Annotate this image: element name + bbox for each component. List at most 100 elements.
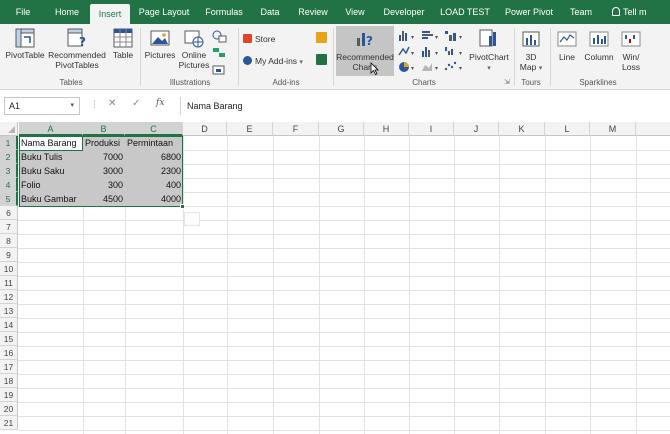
row-header-21[interactable]: 21 [0, 416, 18, 430]
column-header-j[interactable]: J [454, 122, 499, 136]
row-header-12[interactable]: 12 [0, 290, 18, 304]
people-graph-icon[interactable] [316, 54, 327, 65]
store-label: Store [255, 34, 276, 44]
row-header-3[interactable]: 3 [0, 164, 18, 178]
cell-b3[interactable]: 3000 [83, 164, 125, 178]
3d-map-button[interactable]: 3D Map ▾ [516, 28, 546, 74]
shapes-icon[interactable] [212, 30, 228, 44]
cell-a3[interactable]: Buku Saku [19, 164, 83, 178]
column-header-a[interactable]: A [19, 122, 83, 136]
cell-c5[interactable]: 4000 [125, 192, 183, 206]
row-header-16[interactable]: 16 [0, 346, 18, 360]
cell-b4[interactable]: 300 [83, 178, 125, 192]
tab-load-test[interactable]: LOAD TEST [436, 0, 494, 24]
row-header-17[interactable]: 17 [0, 360, 18, 374]
sparkline-line-button[interactable]: Line [553, 28, 581, 62]
recommended-charts-button[interactable]: ? Recommended Charts [336, 28, 394, 72]
worksheet-grid[interactable]: A B C D E F G H I J K L M 1 2 3 4 5 6 7 … [0, 122, 670, 434]
select-all-button[interactable] [0, 122, 18, 136]
sparkline-winloss-button[interactable]: Win/ Loss [618, 28, 644, 72]
tell-me-search[interactable]: Tell m [612, 0, 670, 24]
row-header-6[interactable]: 6 [0, 206, 18, 220]
cancel-icon[interactable]: ✕ [108, 98, 116, 109]
waterfall-chart-icon [445, 47, 453, 55]
tab-home[interactable]: Home [46, 0, 88, 24]
row-header-15[interactable]: 15 [0, 332, 18, 346]
insert-function-icon[interactable]: fx [156, 98, 164, 108]
row-header-13[interactable]: 13 [0, 304, 18, 318]
cell-b2[interactable]: 7000 [83, 150, 125, 164]
row-header-2[interactable]: 2 [0, 150, 18, 164]
column-header-h[interactable]: H [364, 122, 409, 136]
recommended-charts-icon: ? [357, 33, 373, 48]
row-header-8[interactable]: 8 [0, 234, 18, 248]
cell-a5[interactable]: Buku Gambar [19, 192, 83, 206]
row-header-1[interactable]: 1 [0, 136, 18, 150]
cell-b1[interactable]: Produksi [83, 136, 125, 150]
sparkline-column-button[interactable]: Column [582, 28, 616, 62]
chart-types-gallery[interactable]: ▾ ▾ ▾ ▾ ▾ ▾ ▾ ▾ ▾ [398, 29, 468, 75]
column-header-f[interactable]: F [273, 122, 319, 136]
tab-power-pivot[interactable]: Power Pivot [500, 0, 558, 24]
row-header-10[interactable]: 10 [0, 262, 18, 276]
3d-map-label-2: Map [519, 62, 537, 72]
cell-a4[interactable]: Folio [19, 178, 83, 192]
name-box[interactable]: A1 ▾ [4, 97, 80, 115]
column-header-e[interactable]: E [227, 122, 273, 136]
pictures-label: Pictures [144, 50, 176, 60]
tab-review[interactable]: Review [292, 0, 334, 24]
online-pictures-button[interactable]: Online Pictures [178, 28, 210, 70]
cell-c3[interactable]: 2300 [125, 164, 183, 178]
table-button[interactable]: Table [108, 28, 138, 60]
row-header-9[interactable]: 9 [0, 248, 18, 262]
column-header-n[interactable] [636, 122, 670, 136]
row-header-18[interactable]: 18 [0, 374, 18, 388]
row-header-14[interactable]: 14 [0, 318, 18, 332]
column-header-i[interactable]: I [409, 122, 454, 136]
column-header-b[interactable]: B [83, 122, 125, 136]
table-icon [113, 28, 133, 48]
row-header-5[interactable]: 5 [0, 192, 18, 206]
column-header-l[interactable]: L [545, 122, 590, 136]
tab-developer[interactable]: Developer [378, 0, 430, 24]
column-header-m[interactable]: M [590, 122, 636, 136]
column-header-d[interactable]: D [183, 122, 227, 136]
pivottable-button[interactable]: PivotTable [4, 28, 46, 60]
dialog-launcher-icon[interactable]: ⇲ [504, 78, 510, 86]
svg-text:▾: ▾ [411, 35, 414, 41]
tab-formulas[interactable]: Formulas [198, 0, 250, 24]
column-header-k[interactable]: K [499, 122, 545, 136]
screenshot-icon[interactable] [212, 64, 226, 76]
tab-data[interactable]: Data [254, 0, 286, 24]
column-header-c[interactable]: C [125, 122, 183, 136]
tab-view[interactable]: View [338, 0, 372, 24]
row-header-7[interactable]: 7 [0, 220, 18, 234]
tab-team[interactable]: Team [564, 0, 598, 24]
recommended-pivottables-button[interactable]: ? Recommended PivotTables [46, 28, 108, 70]
quick-analysis-icon[interactable] [184, 212, 200, 226]
cell-c1[interactable]: Permintaan [125, 136, 183, 150]
cell-a1[interactable]: Nama Barang [19, 136, 83, 150]
column-header-g[interactable]: G [319, 122, 364, 136]
grid-line [454, 136, 455, 434]
store-button[interactable]: Store [243, 34, 275, 44]
smartart-icon[interactable] [212, 47, 226, 59]
tab-file[interactable]: File [6, 0, 40, 24]
row-header-20[interactable]: 20 [0, 402, 18, 416]
ribbon-tab-bar: File Home Insert Page Layout Formulas Da… [0, 0, 670, 24]
cell-c2[interactable]: 6800 [125, 150, 183, 164]
row-header-11[interactable]: 11 [0, 276, 18, 290]
enter-icon[interactable]: ✓ [132, 98, 140, 109]
cell-b5[interactable]: 4500 [83, 192, 125, 206]
formula-input[interactable]: Nama Barang [180, 97, 670, 115]
tab-insert[interactable]: Insert [90, 4, 130, 24]
pictures-button[interactable]: Pictures [144, 28, 176, 60]
row-header-4[interactable]: 4 [0, 178, 18, 192]
my-addins-button[interactable]: My Add-ins ▾ [243, 56, 303, 66]
cell-a2[interactable]: Buku Tulis [19, 150, 83, 164]
tab-page-layout[interactable]: Page Layout [134, 0, 194, 24]
row-header-19[interactable]: 19 [0, 388, 18, 402]
pivotchart-button[interactable]: PivotChart ▾ [466, 28, 512, 74]
bing-maps-icon[interactable] [316, 32, 327, 43]
cell-c4[interactable]: 400 [125, 178, 183, 192]
